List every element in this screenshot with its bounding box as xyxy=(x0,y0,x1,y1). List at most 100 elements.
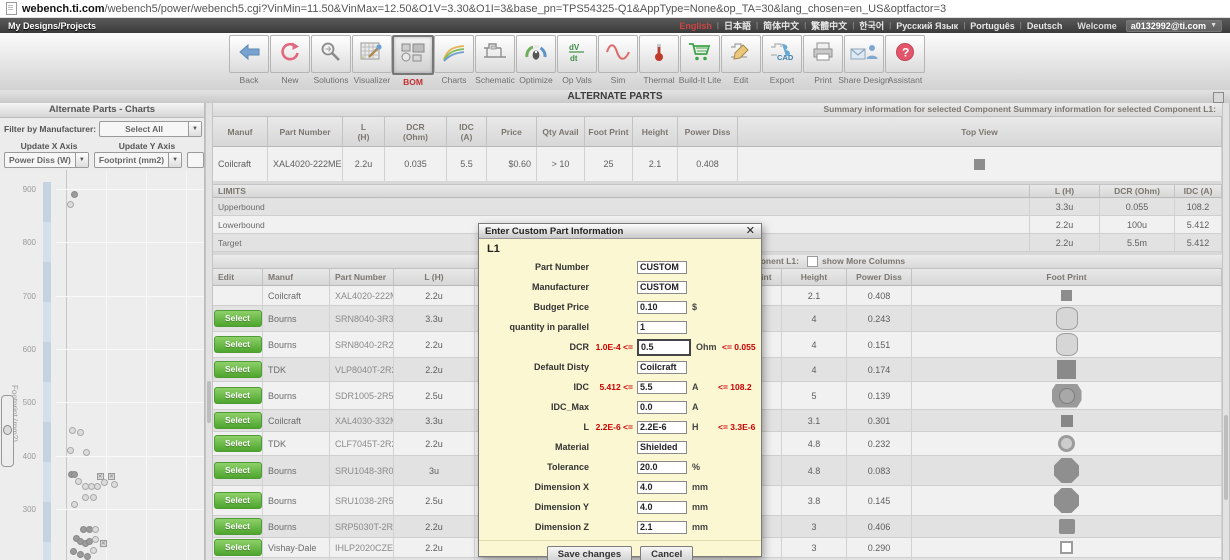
language-link-5[interactable]: 한국어 xyxy=(859,19,884,32)
data-point[interactable] xyxy=(75,478,82,486)
select-button[interactable]: Select xyxy=(213,310,262,327)
toolbar-button-solutions[interactable] xyxy=(311,35,351,73)
data-point[interactable]: ✕ xyxy=(99,540,107,548)
language-link-1[interactable]: English xyxy=(679,21,712,31)
field-input-default-disty[interactable] xyxy=(637,360,687,374)
data-point[interactable] xyxy=(93,483,101,491)
my-designs-link[interactable]: My Designs/Projects xyxy=(8,21,96,31)
field-input-quantity-in-parallel[interactable] xyxy=(637,320,687,334)
close-icon[interactable]: ✕ xyxy=(746,225,755,237)
data-point[interactable] xyxy=(90,546,97,554)
select-button[interactable]: Select xyxy=(213,336,262,353)
language-separator: | xyxy=(716,21,719,30)
toolbar-button-print[interactable] xyxy=(803,35,843,73)
toolbar-button-assistant[interactable]: ? xyxy=(885,35,925,73)
field-input-tolerance[interactable] xyxy=(637,460,687,474)
field-input-dcr[interactable] xyxy=(637,338,691,356)
toolbar-item-visualizer: Visualizer xyxy=(352,35,392,85)
panel-options-icon[interactable] xyxy=(1213,92,1224,103)
browser-url-bar[interactable]: webench.ti.com/webench5/power/webench5.c… xyxy=(0,0,1230,18)
chevron-down-icon: ▼ xyxy=(168,153,182,167)
field-input-part-number[interactable] xyxy=(637,260,687,274)
select-button[interactable]: Select xyxy=(213,387,262,404)
manufacturer-filter-select[interactable]: Select All ▼ xyxy=(99,121,202,137)
data-point[interactable] xyxy=(71,501,79,509)
field-input-idc[interactable] xyxy=(637,380,687,394)
chart-range-slider-track[interactable] xyxy=(43,182,51,560)
data-point[interactable] xyxy=(69,547,77,555)
toolbar-button-visualizer[interactable] xyxy=(352,35,392,73)
data-point[interactable]: ✕ xyxy=(108,473,115,481)
select-button[interactable]: Select xyxy=(213,462,262,479)
select-button[interactable]: Select xyxy=(213,539,262,556)
toolbar-button-build-it-lite[interactable] xyxy=(680,35,720,73)
select-button[interactable]: Select xyxy=(213,435,262,452)
select-button[interactable]: Select xyxy=(213,492,262,509)
data-point[interactable] xyxy=(111,481,118,489)
scrollbar-thumb[interactable] xyxy=(1224,415,1228,500)
data-point[interactable] xyxy=(90,494,97,502)
data-point[interactable] xyxy=(82,449,90,457)
table-vertical-scrollbar[interactable] xyxy=(205,103,213,560)
toolbar-button-thermal[interactable] xyxy=(639,35,679,73)
toolbar-button-share-design[interactable] xyxy=(844,35,884,73)
language-link-6[interactable]: Русский Язык xyxy=(896,21,958,31)
language-link-7[interactable]: Português xyxy=(970,21,1015,31)
toolbar-button-sim[interactable] xyxy=(598,35,638,73)
y-axis-select[interactable]: Footprint (mm2) ▼ xyxy=(93,152,183,168)
x-axis-select[interactable]: Power Diss (W) ▼ xyxy=(4,152,89,168)
field-input-manufacturer[interactable] xyxy=(637,280,687,294)
save-changes-button[interactable]: Save changes xyxy=(546,546,633,560)
parts-height-cell: 4 xyxy=(782,332,847,357)
data-point[interactable] xyxy=(71,190,79,198)
data-point[interactable] xyxy=(91,525,99,533)
show-more-columns-checkbox[interactable] xyxy=(807,256,818,268)
parts-edit-cell: Select xyxy=(213,332,263,357)
data-point[interactable] xyxy=(66,447,74,455)
field-input-l[interactable] xyxy=(637,420,687,434)
select-button[interactable]: Select xyxy=(213,412,262,429)
parts-partnumber-cell: SRN8040-3R3Y xyxy=(330,306,394,331)
data-point[interactable] xyxy=(71,471,79,479)
toolbar-button-charts[interactable] xyxy=(434,35,474,73)
dialog-title-bar[interactable]: Enter Custom Part Information ✕ xyxy=(479,224,761,239)
data-point[interactable] xyxy=(101,479,109,487)
field-input-idc-max[interactable] xyxy=(637,400,687,414)
language-link-2[interactable]: 日本語 xyxy=(724,19,751,32)
data-point[interactable] xyxy=(66,200,74,208)
toolbar-button-new[interactable] xyxy=(270,35,310,73)
parts-edit-cell: Select xyxy=(213,410,263,431)
parts-l-cell: 3.3u xyxy=(394,410,475,431)
pot-core-inner xyxy=(1058,387,1075,404)
toolbar-button-edit[interactable] xyxy=(721,35,761,73)
field-input-dimension-z[interactable] xyxy=(637,520,687,534)
data-point[interactable] xyxy=(69,427,76,435)
toolbar-button-op-vals[interactable]: dV dt xyxy=(557,35,597,73)
scatter-chart[interactable]: Footprint (mm2) 900 800 700 600 500 400 300 ✕ ✕ ✕ xyxy=(0,170,204,560)
field-input-dimension-y[interactable] xyxy=(637,500,687,514)
account-menu[interactable]: a0132992@ti.com ▼ xyxy=(1125,19,1222,32)
field-input-material[interactable] xyxy=(637,440,687,454)
window-vertical-scrollbar[interactable] xyxy=(1222,103,1230,560)
data-point[interactable] xyxy=(81,494,89,502)
data-point[interactable] xyxy=(76,429,84,437)
select-button[interactable]: Select xyxy=(213,361,262,378)
field-input-dimension-x[interactable] xyxy=(637,480,687,494)
toolbar-button-bom[interactable] xyxy=(392,35,434,75)
parts-footprint-cell xyxy=(912,538,1222,557)
data-point[interactable] xyxy=(84,552,91,560)
scrollbar-thumb[interactable] xyxy=(207,381,211,423)
toolbar-button-back[interactable] xyxy=(229,35,269,73)
data-point[interactable] xyxy=(92,535,100,543)
cancel-button[interactable]: Cancel xyxy=(640,546,694,560)
toolbar-button-optimize[interactable] xyxy=(516,35,556,73)
language-link-3[interactable]: 简体中文 xyxy=(763,19,799,32)
third-axis-select-clipped[interactable] xyxy=(187,152,204,168)
slider-knob[interactable] xyxy=(3,425,12,435)
select-button[interactable]: Select xyxy=(213,518,262,535)
language-link-4[interactable]: 繁體中文 xyxy=(811,19,847,32)
language-link-8[interactable]: Deutsch xyxy=(1027,21,1063,31)
toolbar-button-schematic[interactable] xyxy=(475,35,515,73)
field-input-budget-price[interactable] xyxy=(637,300,687,314)
toolbar-button-export[interactable]: CAD xyxy=(762,35,802,73)
